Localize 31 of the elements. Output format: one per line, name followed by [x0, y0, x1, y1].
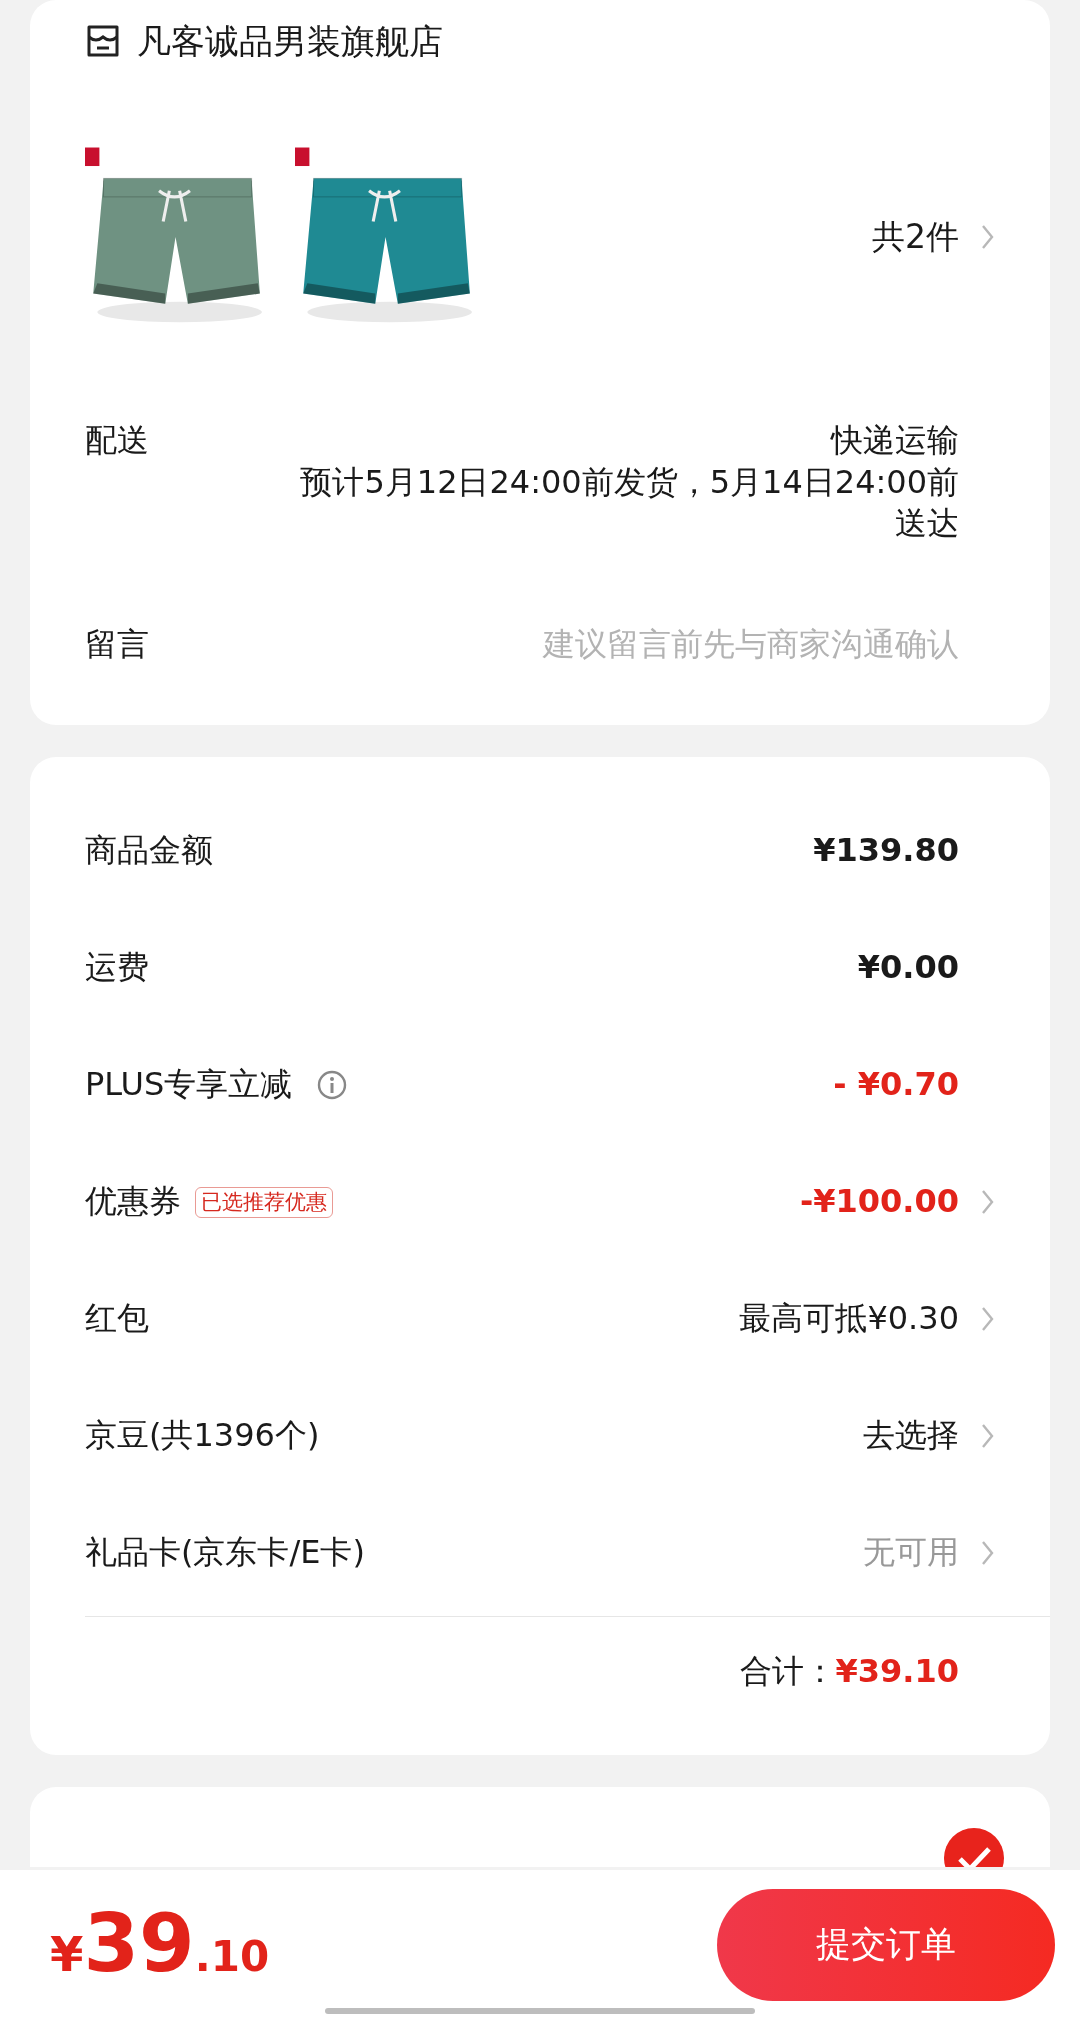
total-value: ¥39.10 — [835, 1651, 959, 1692]
delivery-estimate: 预计5月12日24:00前发货，5月14日24:00前送达 — [299, 461, 959, 545]
currency-symbol: ¥ — [50, 1925, 84, 1985]
delivery-method: 快递运输 — [831, 420, 959, 461]
cost-label: PLUS专享立减 — [85, 1064, 293, 1106]
store-icon — [85, 23, 121, 59]
chevron-icon — [981, 223, 995, 251]
store-name[interactable]: 凡客诚品男装旗舰店 — [137, 18, 443, 64]
delivery-label: 配送 — [85, 420, 149, 461]
cost-label: 运费 — [85, 947, 149, 989]
cost-label: 商品金额 — [85, 830, 213, 872]
cost-label: 礼品卡(京东卡/E卡) — [85, 1532, 365, 1574]
price-integer: 39 — [83, 1904, 195, 1985]
price-decimal: .10 — [194, 1931, 270, 1984]
cost-value[interactable]: 去选择 — [863, 1415, 959, 1458]
submit-order-button[interactable]: 提交订单 — [717, 1889, 1055, 2001]
cost-value: ¥139.80 — [813, 830, 959, 872]
checkmark-icon[interactable] — [943, 1826, 1005, 1867]
info-icon[interactable] — [316, 1069, 349, 1102]
item-count[interactable]: 共2件 — [872, 215, 959, 259]
coupon-tag: 已选推荐优惠 — [195, 1186, 333, 1218]
cost-label: 优惠券 — [85, 1181, 181, 1223]
cost-value[interactable]: -¥100.00 — [799, 1181, 959, 1224]
cost-value: ¥0.00 — [857, 947, 959, 989]
cost-label: 红包 — [85, 1298, 149, 1340]
message-label: 留言 — [85, 624, 149, 665]
cost-label: 京豆(共1396个) — [85, 1415, 320, 1457]
cost-value: - ¥0.70 — [833, 1064, 959, 1106]
message-field[interactable]: 建议留言前先与商家沟通确认 — [399, 624, 959, 666]
cost-value[interactable]: 最高可抵¥0.30 — [739, 1298, 959, 1341]
total-label: 合计： — [739, 1651, 836, 1692]
